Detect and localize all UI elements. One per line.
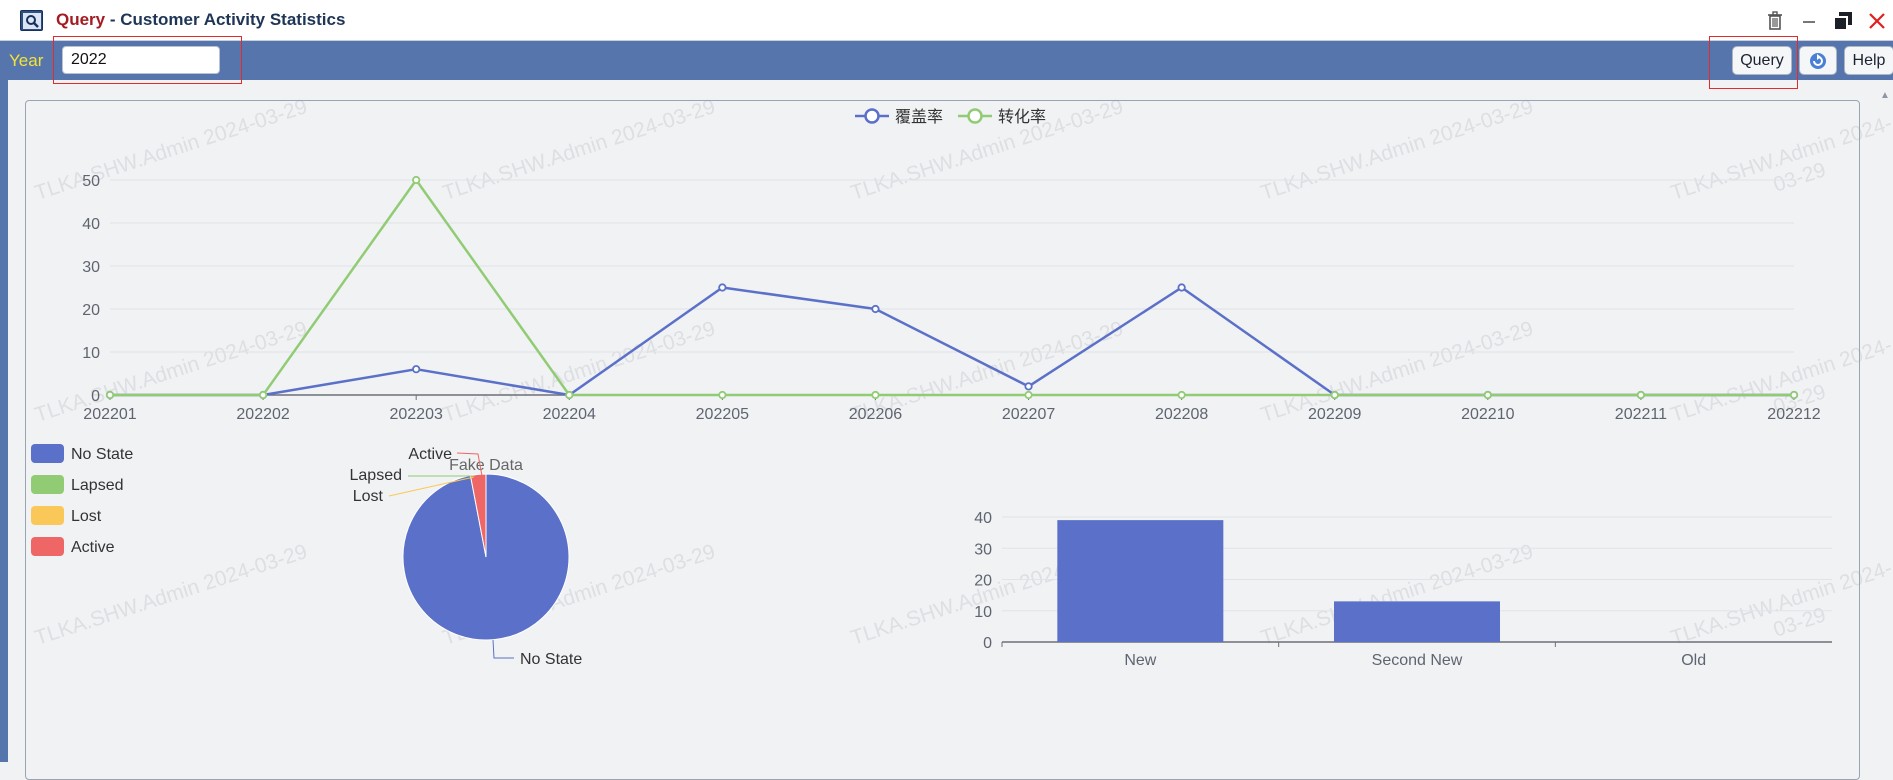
line-series-1 <box>110 286 1794 397</box>
pie-slice-label: Lost <box>353 488 384 505</box>
pie-legend-swatch <box>31 506 64 525</box>
bar-chart-y-tick: 10 <box>974 604 992 621</box>
bar-category-label: Second New <box>1372 652 1463 669</box>
pie-slice-label: Lapsed <box>350 467 403 484</box>
pie-slice-label: No State <box>520 651 582 668</box>
line-point <box>1330 390 1339 400</box>
line-chart-y-tick: 10 <box>82 345 100 362</box>
line-point <box>258 390 268 400</box>
line-chart-x-tick: 202212 <box>1767 406 1820 423</box>
pie-legend-label: Lost <box>71 508 102 525</box>
line-point <box>412 365 421 374</box>
line-point <box>105 390 115 400</box>
bar-chart-y-tick: 20 <box>974 573 992 590</box>
line-point <box>565 390 574 400</box>
line-point <box>871 304 880 314</box>
line-legend-label-1: 覆盖率 <box>895 108 943 126</box>
pie-slice-label: Active <box>408 446 452 463</box>
line-point <box>718 283 727 292</box>
line-chart-x-tick: 202209 <box>1308 406 1361 423</box>
line-chart-x-tick: 202202 <box>236 406 289 423</box>
line-series-2 <box>110 178 1794 397</box>
line-point <box>1483 390 1492 400</box>
line-point <box>412 175 421 185</box>
line-chart-y-tick: 20 <box>82 302 100 319</box>
line-chart-x-tick: 202207 <box>1002 406 1055 423</box>
line-point <box>1024 382 1033 391</box>
line-point <box>718 390 727 400</box>
line-chart-y-tick: 30 <box>82 259 100 276</box>
line-chart-x-tick: 202201 <box>83 406 136 423</box>
line-chart-y-tick: 40 <box>82 216 100 233</box>
legend-circle-marker <box>967 108 983 124</box>
pie-legend-swatch <box>31 475 64 494</box>
bar-chart-y-tick: 0 <box>983 635 992 652</box>
line-chart-x-tick: 202205 <box>696 406 749 423</box>
line-point <box>1789 390 1799 400</box>
pie-legend-label: No State <box>71 446 133 463</box>
line-chart-x-tick: 202206 <box>849 406 902 423</box>
pie-title: Fake Data <box>449 457 523 474</box>
line-point <box>1024 390 1033 400</box>
bar-chart-y-tick: 30 <box>974 541 992 558</box>
line-chart-x-tick: 202210 <box>1461 406 1514 423</box>
line-chart-y-tick: 50 <box>82 173 100 190</box>
pie-legend-label: Active <box>71 539 115 556</box>
pie-label-leader <box>492 639 514 659</box>
legend-circle-marker <box>864 108 880 124</box>
line-point <box>1177 283 1186 292</box>
line-chart-x-tick: 202211 <box>1615 406 1667 423</box>
line-chart-x-tick: 202208 <box>1155 406 1208 423</box>
line-chart-y-tick: 0 <box>91 388 100 405</box>
bar-0 <box>1057 520 1224 642</box>
bar-category-label: New <box>1124 652 1156 669</box>
line-legend-label-2: 转化率 <box>998 108 1046 126</box>
pie-legend-label: Lapsed <box>71 477 124 494</box>
line-point <box>871 390 880 400</box>
pie-legend-swatch <box>31 444 64 463</box>
charts-canvas: 0 10 20 30 40 50 202201 202202 202203 202204 20220… <box>31 108 1832 669</box>
bar-category-label: Old <box>1681 652 1706 669</box>
line-chart-x-tick: 202204 <box>543 406 596 423</box>
line-point <box>1636 390 1646 400</box>
bar-chart-y-tick: 40 <box>974 510 992 527</box>
pie-legend-swatch <box>31 537 64 556</box>
line-chart-x-tick: 202203 <box>389 406 442 423</box>
bar-1 <box>1334 601 1500 642</box>
line-point <box>1177 390 1186 400</box>
